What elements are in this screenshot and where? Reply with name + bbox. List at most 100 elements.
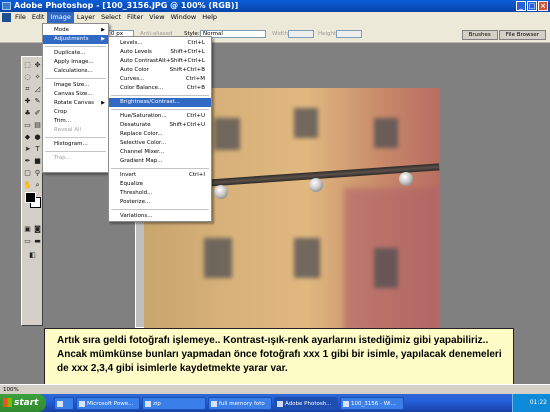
- stamp-tool-icon[interactable]: ♣: [23, 109, 32, 118]
- menu-file[interactable]: File: [12, 12, 29, 23]
- title-bar: Adobe Photoshop - [100_3156.JPG @ 100% (…: [0, 0, 550, 12]
- taskbar-item[interactable]: zip: [142, 396, 206, 410]
- image-menu-item[interactable]: Duplicate...: [43, 49, 108, 58]
- tab-brushes[interactable]: Brushes: [461, 30, 498, 40]
- adjustments-menu-item[interactable]: Hue/Saturation... Ctrl+U: [109, 112, 211, 121]
- menu-view[interactable]: View: [146, 12, 167, 23]
- image-menu-item[interactable]: Apply Image...: [43, 58, 108, 67]
- adjustments-menu-item[interactable]: Posterize...: [109, 198, 211, 207]
- quickmask-mode-icon[interactable]: ◙: [33, 225, 42, 234]
- menu-filter[interactable]: Filter: [124, 12, 146, 23]
- image-menu-item[interactable]: Image Size...: [43, 81, 108, 90]
- slice-tool-icon[interactable]: ◿: [33, 85, 42, 94]
- menu-image[interactable]: Image: [47, 12, 74, 23]
- window-title: Adobe Photoshop - [100_3156.JPG @ 100% (…: [14, 1, 239, 10]
- move-tool-icon[interactable]: ✥: [33, 61, 42, 70]
- blur-tool-icon[interactable]: ◆: [23, 133, 32, 142]
- adjustments-menu-item[interactable]: Auto Contrast Alt+Shift+Ctrl+L: [109, 57, 211, 66]
- image-menu-item[interactable]: Mode ▶: [43, 26, 108, 35]
- adjustments-menu-item[interactable]: Invert Ctrl+I: [109, 171, 211, 180]
- image-menu-item[interactable]: Calculations...: [43, 67, 108, 76]
- zoom-level[interactable]: 100%: [3, 387, 19, 393]
- task-icon: [343, 400, 349, 407]
- adjustments-menu-item[interactable]: Brightness/Contrast...: [109, 98, 211, 107]
- adjustments-menu-item[interactable]: Levels... Ctrl+L: [109, 39, 211, 48]
- menu-help[interactable]: Help: [199, 12, 220, 23]
- adjustments-submenu: Levels... Ctrl+L Auto Levels Shift+Ctrl+L Au…: [108, 36, 212, 222]
- windows-logo-icon: [3, 398, 12, 407]
- screen-mode-1-icon[interactable]: ▭: [23, 237, 32, 246]
- taskbar-item[interactable]: 100_3156 - Wi...: [340, 396, 404, 410]
- taskbar-item[interactable]: full memory foto: [208, 396, 272, 410]
- tab-file-browser[interactable]: File Browser: [498, 30, 546, 40]
- crop-tool-icon[interactable]: ⌗: [23, 85, 32, 94]
- image-menu-item[interactable]: Trim...: [43, 117, 108, 126]
- brush-tool-icon[interactable]: ✎: [33, 97, 42, 106]
- healing-brush-icon[interactable]: ✚: [23, 97, 32, 106]
- document-icon: [2, 13, 11, 22]
- foreground-color-swatch[interactable]: [25, 192, 36, 203]
- adjustments-menu-item[interactable]: Variations...: [109, 212, 211, 221]
- taskbar: start Microsoft Powe... zip full memory fo…: [0, 394, 550, 412]
- image-menu-item[interactable]: Histogram...: [43, 140, 108, 149]
- image-menu-item[interactable]: Reveal All: [43, 126, 108, 135]
- toolbox: ⬚ ✥ ◌ ✧ ⌗ ◿ ✚ ✎ ♣ ✐ ▭ ▤ ◆ ● ➤ T ✒ ■ ▢ ⚲ …: [21, 56, 43, 326]
- dodge-tool-icon[interactable]: ●: [33, 133, 42, 142]
- magic-wand-icon[interactable]: ✧: [33, 73, 42, 82]
- adjustments-menu-item[interactable]: Curves... Ctrl+M: [109, 75, 211, 84]
- eraser-tool-icon[interactable]: ▭: [23, 121, 32, 130]
- photoshop-icon: [2, 2, 11, 10]
- standard-mode-icon[interactable]: ▣: [23, 225, 32, 234]
- image-menu-item[interactable]: Adjustments ▶: [43, 35, 108, 44]
- lasso-tool-icon[interactable]: ◌: [23, 73, 32, 82]
- adjustments-menu-item[interactable]: Auto Color Shift+Ctrl+B: [109, 66, 211, 75]
- caption-text: Artık sıra geldi fotoğrafı işlemeye.. Ko…: [57, 335, 502, 374]
- task-icon: [57, 400, 63, 407]
- jump-to-imageready-icon[interactable]: ◧: [28, 251, 37, 260]
- adjustments-menu-item[interactable]: Selective Color...: [109, 139, 211, 148]
- taskbar-item[interactable]: Adobe Photosh...: [274, 396, 338, 410]
- adjustments-menu-item[interactable]: Replace Color...: [109, 130, 211, 139]
- menu-edit[interactable]: Edit: [29, 12, 48, 23]
- adjustments-menu-item[interactable]: Channel Mixer...: [109, 148, 211, 157]
- hand-tool-icon[interactable]: ✋: [23, 181, 32, 190]
- submenu-arrow-icon: ▶: [101, 27, 105, 33]
- task-icon: [79, 400, 85, 407]
- notes-tool-icon[interactable]: ▢: [23, 169, 32, 178]
- pen-tool-icon[interactable]: ✒: [23, 157, 32, 166]
- status-bar: 100%: [0, 384, 550, 394]
- height-input[interactable]: [336, 30, 362, 38]
- image-menu-item[interactable]: Canvas Size...: [43, 90, 108, 99]
- menu-window[interactable]: Window: [168, 12, 200, 23]
- adjustments-menu-item[interactable]: Gradient Map...: [109, 157, 211, 166]
- shape-tool-icon[interactable]: ■: [33, 157, 42, 166]
- minimize-button[interactable]: _: [516, 1, 526, 11]
- menu-select[interactable]: Select: [98, 12, 124, 23]
- close-button[interactable]: ×: [538, 1, 548, 11]
- system-tray: 01:22: [512, 394, 550, 412]
- history-brush-icon[interactable]: ✐: [33, 109, 42, 118]
- adjustments-menu-item[interactable]: Threshold...: [109, 189, 211, 198]
- marquee-tool-icon[interactable]: ⬚: [23, 61, 32, 70]
- type-tool-icon[interactable]: T: [33, 145, 42, 154]
- path-selection-icon[interactable]: ➤: [23, 145, 32, 154]
- menu-layer[interactable]: Layer: [74, 12, 98, 23]
- gradient-tool-icon[interactable]: ▤: [33, 121, 42, 130]
- task-icon: [211, 400, 217, 407]
- taskbar-item[interactable]: Microsoft Powe...: [76, 396, 140, 410]
- adjustments-menu-item[interactable]: Equalize: [109, 180, 211, 189]
- image-menu-item[interactable]: Rotate Canvas ▶: [43, 99, 108, 108]
- adjustments-menu-item[interactable]: Auto Levels Shift+Ctrl+L: [109, 48, 211, 57]
- zoom-tool-icon[interactable]: ⌕: [33, 181, 42, 190]
- start-button[interactable]: start: [0, 394, 46, 412]
- image-menu-item[interactable]: Trap...: [43, 154, 108, 163]
- maximize-button[interactable]: □: [527, 1, 537, 11]
- eyedropper-icon[interactable]: ⚲: [33, 169, 42, 178]
- adjustments-menu-item[interactable]: Desaturate Shift+Ctrl+U: [109, 121, 211, 130]
- taskbar-item[interactable]: [54, 396, 74, 410]
- width-input[interactable]: [288, 30, 314, 38]
- adjustments-menu-item[interactable]: Color Balance... Ctrl+B: [109, 84, 211, 93]
- submenu-arrow-icon: ▶: [101, 100, 105, 106]
- image-menu-item[interactable]: Crop: [43, 108, 108, 117]
- screen-mode-2-icon[interactable]: ▬: [33, 237, 42, 246]
